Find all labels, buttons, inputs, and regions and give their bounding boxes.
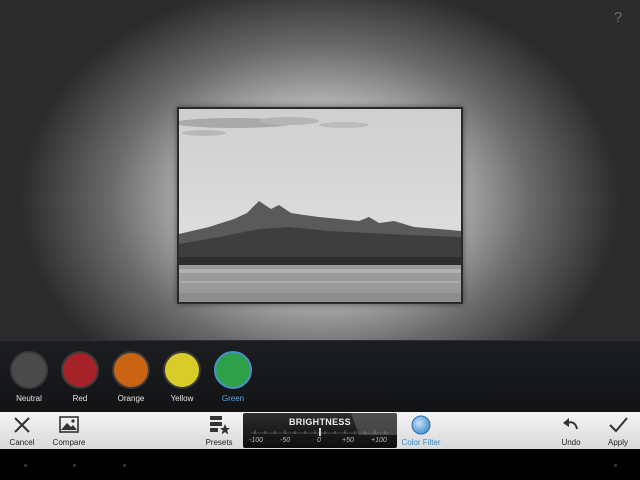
compare-label: Compare <box>52 438 86 447</box>
filter-neutral[interactable]: Neutral <box>4 349 54 411</box>
tick-label: +100 <box>371 437 387 444</box>
checkmark-icon <box>609 417 628 433</box>
green-swatch <box>214 351 252 389</box>
color-filter-button[interactable]: Color Filter <box>400 414 442 448</box>
nav-home-button[interactable] <box>73 464 76 467</box>
color-filter-label: Color Filter <box>401 438 441 447</box>
presets-icon <box>210 416 230 435</box>
neutral-swatch <box>10 351 48 389</box>
presets-label: Presets <box>205 438 233 447</box>
help-button[interactable]: ? <box>610 8 626 28</box>
yellow-swatch <box>163 351 201 389</box>
filter-orange[interactable]: Orange <box>106 349 156 411</box>
undo-label: Undo <box>561 438 581 447</box>
image-canvas[interactable]: ? <box>0 0 640 340</box>
tick-label: -100 <box>249 437 264 444</box>
filter-label: Yellow <box>170 394 194 403</box>
filter-label: Neutral <box>16 394 42 403</box>
brightness-slider[interactable]: BRIGHTNESS -100 -50 0 +50 +100 <box>243 413 397 448</box>
filter-green[interactable]: Green <box>208 349 258 411</box>
slider-name: BRIGHTNESS <box>288 417 351 427</box>
tick-label: -50 <box>280 437 291 444</box>
filter-label: Red <box>72 394 88 403</box>
nav-recents-button[interactable] <box>123 464 126 467</box>
filter-yellow[interactable]: Yellow <box>157 349 207 411</box>
undo-icon <box>563 418 578 430</box>
apply-label: Apply <box>607 438 628 447</box>
mountain-photo <box>179 109 461 302</box>
filter-label: Orange <box>117 394 145 403</box>
image-icon <box>59 416 79 433</box>
system-nav-bar <box>0 449 640 480</box>
nav-menu-button[interactable] <box>614 464 617 467</box>
filter-label: Green <box>221 394 245 403</box>
nav-back-button[interactable] <box>24 464 27 467</box>
tick-label: 0 <box>317 437 321 444</box>
apply-button[interactable]: Apply <box>603 414 633 448</box>
photo-preview[interactable] <box>177 107 463 304</box>
close-icon <box>14 417 30 433</box>
presets-button[interactable]: Presets <box>202 414 236 448</box>
tick-label: +50 <box>342 437 354 444</box>
compare-button[interactable]: Compare <box>50 414 88 448</box>
orange-swatch <box>112 351 150 389</box>
undo-button[interactable]: Undo <box>556 414 586 448</box>
filter-red[interactable]: Red <box>55 349 105 411</box>
red-swatch <box>61 351 99 389</box>
color-filter-strip: Neutral Red Orange Yellow Green <box>0 340 640 412</box>
color-filter-icon <box>411 415 431 435</box>
cancel-button[interactable]: Cancel <box>6 414 38 448</box>
cancel-label: Cancel <box>9 438 35 447</box>
